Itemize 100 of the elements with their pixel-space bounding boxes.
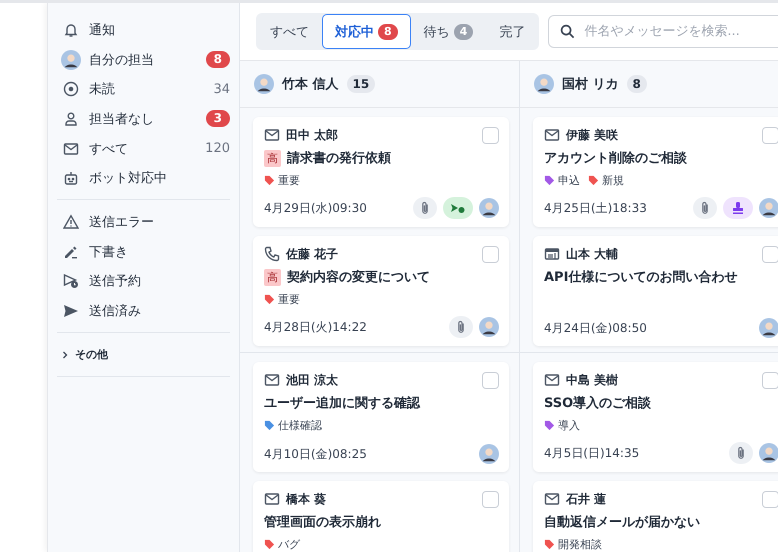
- ticket-subject: アカウント削除のご相談: [544, 150, 687, 167]
- sidebar-label: 下書き: [89, 244, 129, 261]
- date-time: 4月5日(日)14:35: [544, 444, 640, 462]
- count: 120: [205, 141, 230, 156]
- tag-label: バグ: [278, 536, 300, 552]
- ticket-card[interactable]: 池田 涼太 ユーザー追加に関する確認 仕様確認 4月10日(金)08:25: [253, 362, 509, 472]
- date-time: 4月28日(火)14:22: [264, 318, 367, 336]
- count: 8: [206, 51, 230, 68]
- tag-label: 重要: [278, 292, 300, 306]
- ticket-card[interactable]: 中島 美樹 SSO導入のご相談 導入 4月5日(日)14:35: [533, 362, 778, 472]
- paperclip-icon: [699, 201, 711, 215]
- sidebar-label: 送信予約: [89, 273, 142, 290]
- search-field[interactable]: 件名やメッセージを検索...: [548, 15, 778, 48]
- scheduled-send-icon: [63, 273, 79, 290]
- checkbox[interactable]: [762, 372, 778, 388]
- sidebar-label: 通知: [89, 22, 116, 39]
- sidebar-item[interactable]: すべて 120: [57, 134, 230, 164]
- count: 34: [213, 82, 230, 97]
- tag-label: 新規: [602, 172, 624, 188]
- sidebar-item[interactable]: 自分の担当 8: [57, 44, 230, 74]
- avatar-icon: [479, 198, 499, 218]
- stamp-icon: [731, 201, 745, 215]
- paperclip-icon: [455, 320, 467, 334]
- sidebar-label: 送信済み: [89, 303, 142, 320]
- checkbox[interactable]: [482, 490, 499, 508]
- tag-label: 申込: [558, 172, 580, 188]
- ticket-subject: ユーザー追加に関する確認: [264, 395, 420, 412]
- sidebar-item[interactable]: 担当者なし 3: [57, 104, 230, 134]
- sender-name: 佐藤 花子: [286, 246, 340, 262]
- avatar-icon: [479, 317, 499, 337]
- date-time: 4月10日(金)08:25: [264, 446, 367, 462]
- warning-icon: [63, 214, 79, 230]
- sidebar-label: 未読: [89, 81, 116, 98]
- robot-icon: [63, 170, 79, 186]
- count-badge: 15: [346, 75, 376, 93]
- sidebar-item[interactable]: 下書き: [57, 236, 230, 266]
- tag-label: 仕様確認: [278, 418, 322, 432]
- sidebar-label: 自分の担当: [89, 52, 155, 69]
- ticket-card[interactable]: 佐藤 花子 高 契約内容の変更について 重要 4月28日(火)14:22: [253, 236, 509, 346]
- ticket-subject: 契約内容の変更について: [287, 268, 430, 286]
- checkbox[interactable]: [482, 126, 499, 144]
- sidebar-item[interactable]: 送信エラー: [57, 207, 230, 237]
- tab[interactable]: 完了: [486, 14, 538, 49]
- ticket-subject: 自動返信メールが届かない: [544, 514, 700, 531]
- checkbox[interactable]: [482, 246, 499, 262]
- sidebar-item[interactable]: 送信予約: [57, 266, 230, 296]
- tab[interactable]: すべて: [257, 14, 322, 49]
- tag-label: 開発相談: [558, 536, 602, 552]
- bell-icon: [63, 22, 79, 38]
- ticket-card[interactable]: 田中 太郎 高 請求書の発行依頼 重要 4月29日(水)09:30: [253, 117, 509, 227]
- paperclip-icon: [735, 446, 747, 460]
- checkbox[interactable]: [762, 126, 778, 144]
- assignee-name: 国村 リカ: [562, 76, 619, 93]
- pen-icon: [63, 244, 79, 260]
- sidebar-item[interactable]: 送信済み: [57, 296, 230, 326]
- sidebar-item[interactable]: 通知: [57, 15, 230, 45]
- avatar-icon: [254, 74, 274, 94]
- ticket-card[interactable]: 橋本 葵 管理画面の表示崩れ バグ: [253, 481, 509, 552]
- sender-name: 池田 涼太: [286, 372, 340, 388]
- bot-status-icon: [450, 202, 466, 214]
- more-toggle[interactable]: その他: [57, 340, 230, 370]
- avatar-icon: [759, 443, 778, 463]
- date-time: 4月24日(金)08:50: [544, 320, 647, 336]
- checkbox[interactable]: [482, 372, 499, 388]
- send-icon: [63, 303, 79, 320]
- ticket-subject: 請求書の発行依頼: [287, 150, 391, 167]
- tab[interactable]: 対応中 8: [322, 14, 411, 49]
- sender-name: 田中 太郎: [286, 126, 340, 144]
- ticket-subject: SSO導入のご相談: [544, 394, 652, 412]
- checkbox[interactable]: [762, 490, 778, 508]
- sidebar-label: 送信エラー: [89, 214, 155, 231]
- count: 3: [206, 110, 230, 128]
- sender-name: 伊藤 美咲: [566, 126, 620, 144]
- sidebar-label: 担当者なし: [89, 110, 155, 128]
- avatar-icon: [534, 74, 554, 94]
- date-time: 4月29日(水)09:30: [264, 200, 367, 216]
- date-time: 4月25日(土)18:33: [544, 200, 647, 216]
- ticket-subject: API仕様についてのお問い合わせ: [544, 269, 738, 286]
- ticket-card[interactable]: 山本 大輔 API仕様についてのお問い合わせ 4月24日(金)08:50: [533, 236, 778, 346]
- avatar-icon: [759, 318, 778, 338]
- avatar-icon: [759, 198, 778, 218]
- ticket-subject: 管理画面の表示崩れ: [264, 514, 381, 531]
- unread-icon: [63, 81, 79, 98]
- paperclip-icon: [419, 201, 431, 215]
- sender-name: 中島 美樹: [566, 372, 620, 388]
- checkbox[interactable]: [762, 246, 778, 262]
- mail-icon: [63, 140, 79, 157]
- sidebar-item[interactable]: 未読 34: [57, 74, 230, 104]
- ticket-card[interactable]: 伊藤 美咲 アカウント削除のご相談 申込 新規 4月25日(土)18:33: [533, 117, 778, 227]
- tag-label: 重要: [278, 172, 300, 188]
- sidebar-item[interactable]: ボット対応中: [57, 163, 230, 194]
- tab[interactable]: 待ち 4: [410, 14, 486, 49]
- avatar-icon: [479, 444, 499, 464]
- tag-label: 導入: [558, 418, 580, 432]
- person-icon: [63, 110, 79, 127]
- ticket-card[interactable]: 石井 蓮 自動返信メールが届かない 開発相談: [533, 481, 778, 552]
- sidebar-label: すべて: [89, 140, 129, 158]
- sender-name: 石井 蓮: [566, 490, 608, 508]
- priority-badge: 高: [264, 268, 281, 286]
- chevron-icon: [61, 350, 69, 359]
